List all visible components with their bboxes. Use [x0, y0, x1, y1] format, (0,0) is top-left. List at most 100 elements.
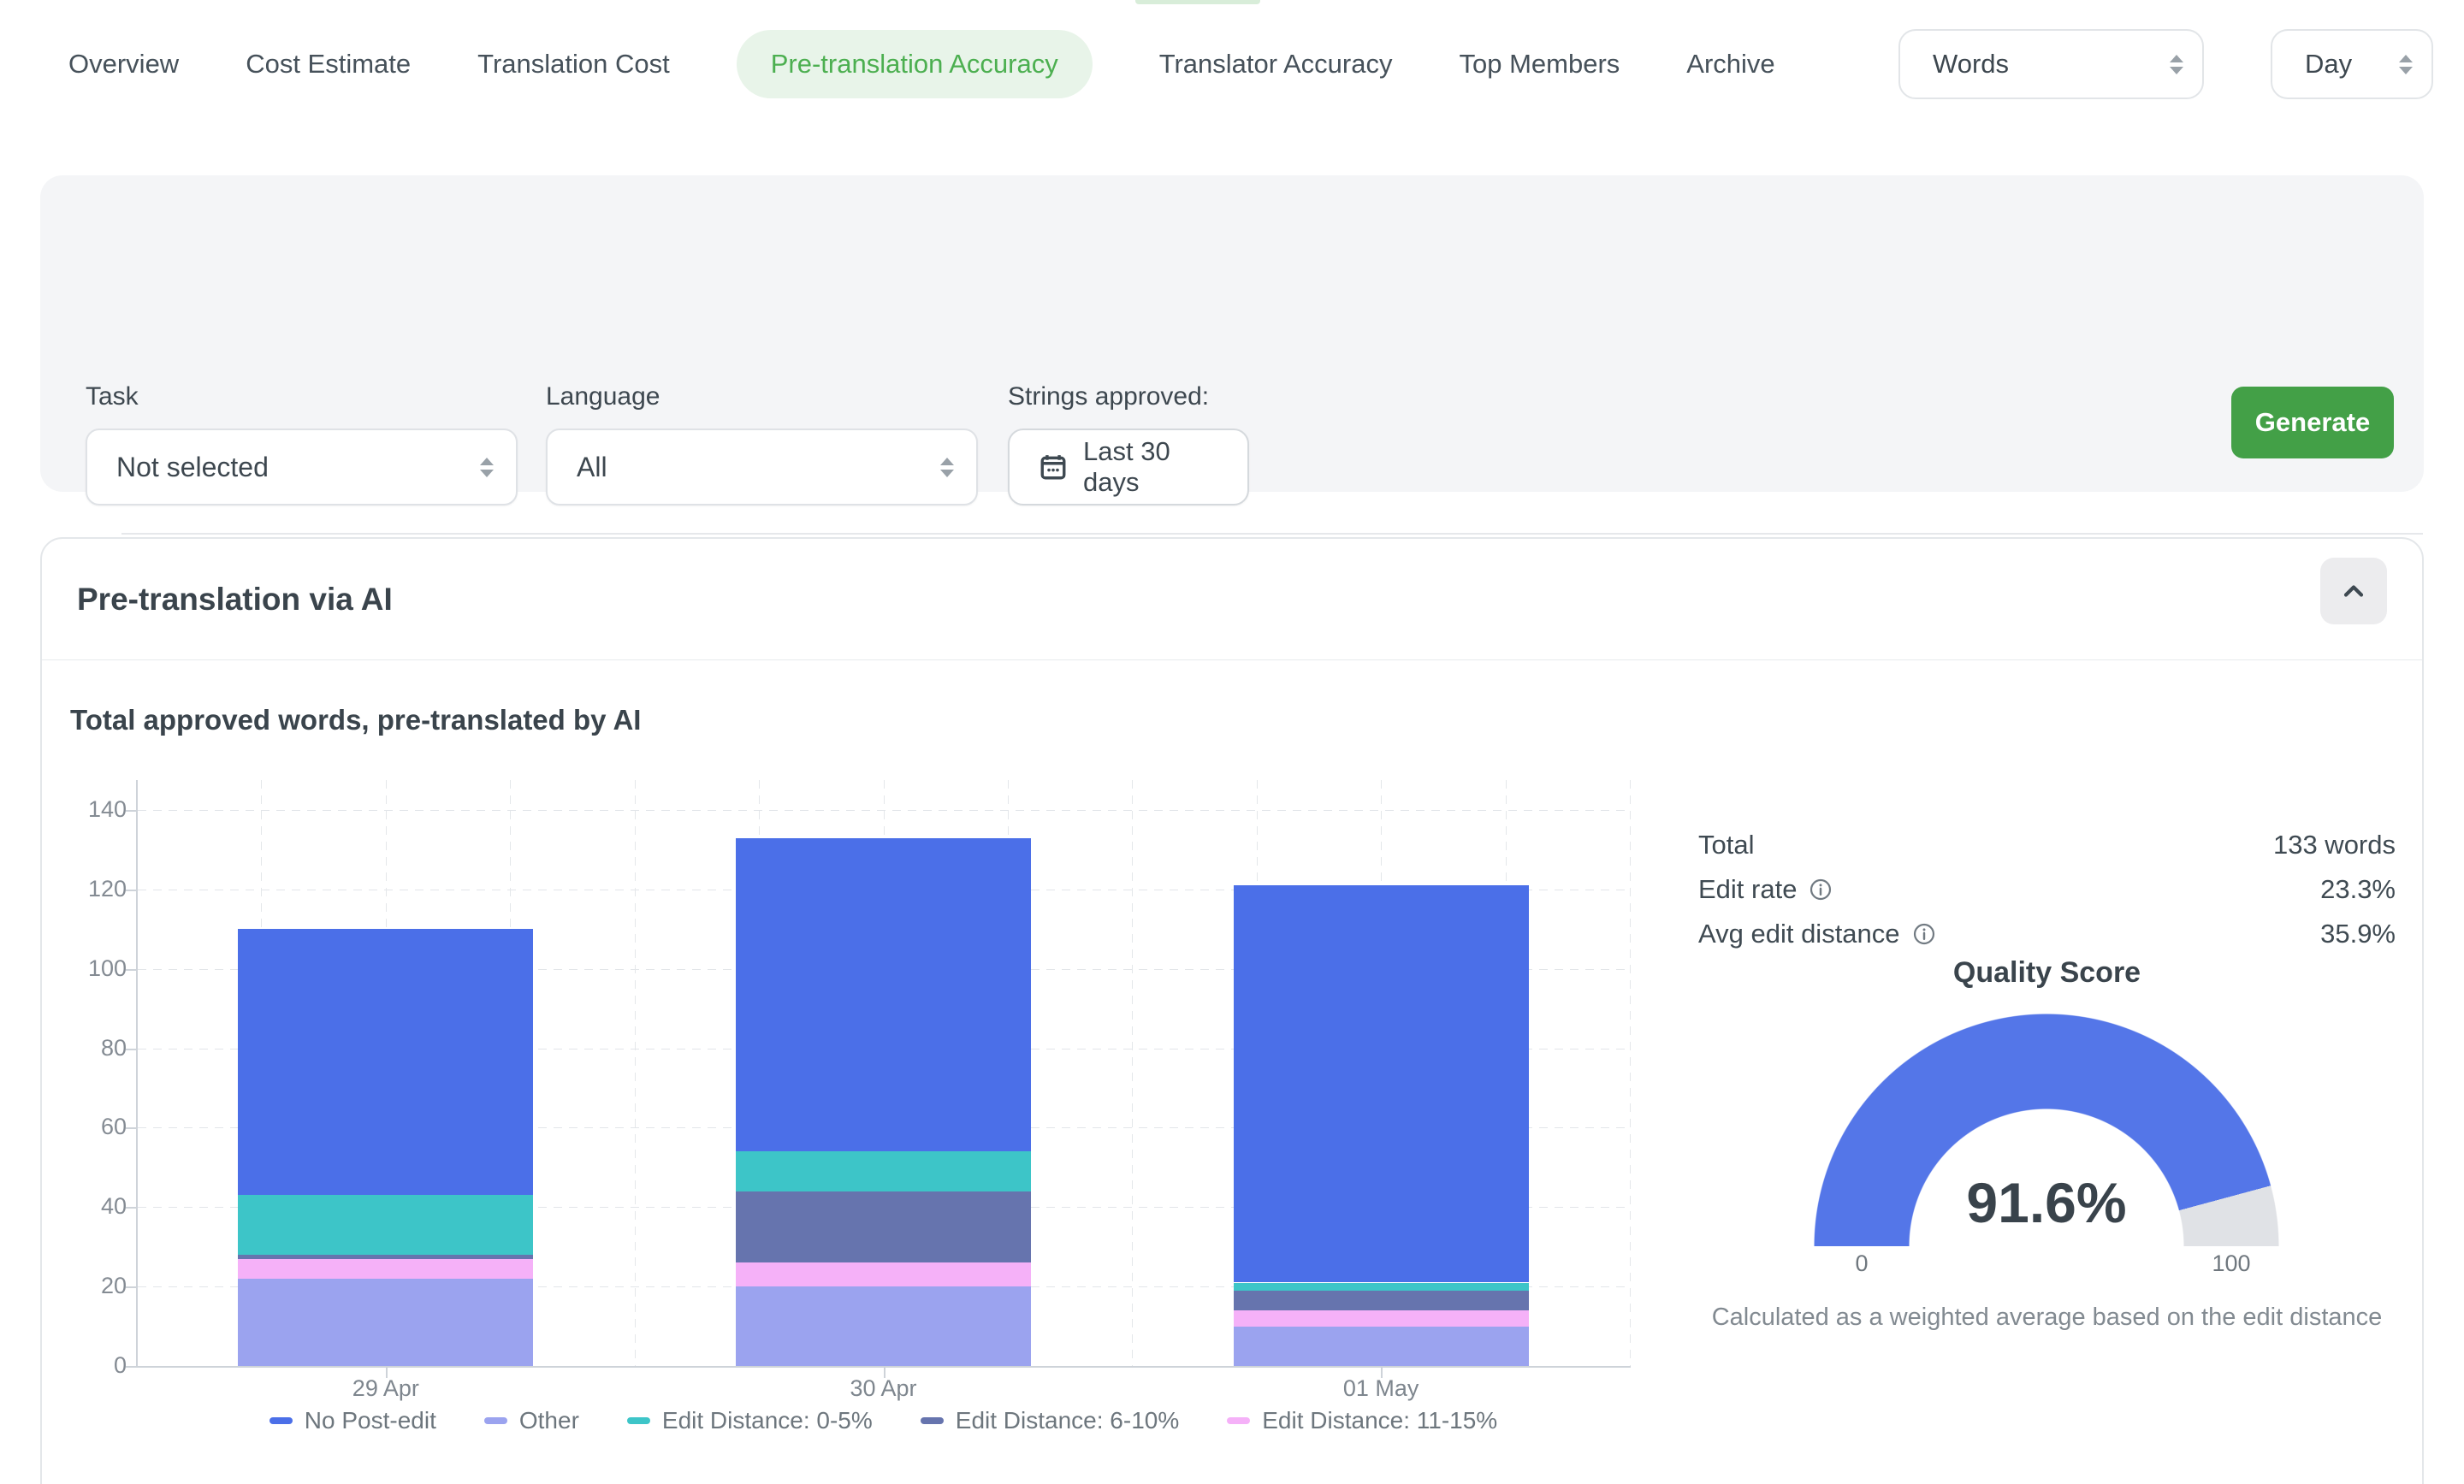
- select-stepper-icon: [2170, 55, 2183, 74]
- chart-legend: No Post-edit Other Edit Distance: 0-5% Edit…: [137, 1407, 1630, 1434]
- y-axis-tick: [126, 969, 136, 971]
- stat-label: Edit rate: [1698, 874, 1797, 905]
- report-filters-card: Task Language Strings approved: Not sele…: [40, 175, 2424, 492]
- gauge-score-value: 91.6%: [1814, 1170, 2279, 1235]
- tab-archive[interactable]: Archive: [1686, 49, 1774, 80]
- tab-pre-translation-accuracy[interactable]: Pre-translation Accuracy: [737, 30, 1093, 98]
- collapse-panel-button[interactable]: [2320, 558, 2387, 624]
- y-axis-tick: [126, 1049, 136, 1050]
- y-axis-tick-label: 140: [0, 796, 127, 823]
- legend-label: No Post-edit: [305, 1407, 436, 1434]
- bar-segment[interactable]: [736, 1191, 1031, 1263]
- stat-value: 35.9%: [2320, 919, 2396, 949]
- period-select-value: Day: [2305, 49, 2352, 80]
- filter-divider: [121, 533, 2423, 535]
- bar-segment[interactable]: [1234, 1310, 1529, 1327]
- bar-segment[interactable]: [238, 1279, 533, 1366]
- language-select-value: All: [577, 452, 607, 483]
- task-select-value: Not selected: [116, 452, 269, 483]
- panel-title: Pre-translation via AI: [77, 582, 393, 618]
- y-axis-line: [136, 780, 138, 1368]
- legend-label: Edit Distance: 11-15%: [1262, 1407, 1497, 1434]
- bar-segment[interactable]: [1234, 885, 1529, 1282]
- chevron-up-icon: [2338, 576, 2369, 606]
- stat-label: Total: [1698, 830, 1754, 860]
- stats-panel: Total 133 words Edit rate 23.3% Avg edit…: [1698, 823, 2396, 956]
- gauge-max-label: 100: [2180, 1250, 2283, 1277]
- select-stepper-icon: [940, 458, 954, 477]
- bar-segment[interactable]: [736, 1262, 1031, 1286]
- legend-marker: [921, 1417, 944, 1424]
- legend-item[interactable]: No Post-edit: [270, 1407, 436, 1434]
- legend-label: Edit Distance: 6-10%: [956, 1407, 1179, 1434]
- y-axis-tick-label: 40: [0, 1193, 127, 1220]
- task-select[interactable]: Not selected: [86, 429, 518, 506]
- language-select[interactable]: All: [546, 429, 978, 506]
- bar-segment[interactable]: [1234, 1327, 1529, 1366]
- unit-select[interactable]: Words: [1898, 29, 2204, 99]
- tab-top-members[interactable]: Top Members: [1459, 49, 1620, 80]
- task-label: Task: [86, 382, 139, 411]
- bar-segment[interactable]: [1234, 1283, 1529, 1291]
- legend-marker: [1227, 1417, 1250, 1424]
- y-axis-tick-label: 80: [0, 1035, 127, 1061]
- legend-item[interactable]: Edit Distance: 6-10%: [921, 1407, 1179, 1434]
- gauge-caption: Calculated as a weighted average based o…: [1698, 1304, 2396, 1332]
- stat-label: Avg edit distance: [1698, 919, 1900, 949]
- panel-header-divider: [42, 659, 2422, 660]
- bar-segment[interactable]: [736, 1151, 1031, 1191]
- legend-marker: [270, 1417, 293, 1424]
- gauge-title: Quality Score: [1698, 956, 2396, 990]
- gridline-vertical: [635, 780, 636, 1366]
- y-axis-tick: [126, 1127, 136, 1129]
- x-axis-line: [126, 1366, 1631, 1368]
- legend-label: Other: [519, 1407, 579, 1434]
- legend-item[interactable]: Edit Distance: 0-5%: [627, 1407, 873, 1434]
- stat-row-edit-rate: Edit rate 23.3%: [1698, 867, 2396, 912]
- date-range-button[interactable]: Last 30 days: [1008, 429, 1249, 506]
- tab-cost-estimate[interactable]: Cost Estimate: [246, 49, 411, 80]
- strings-approved-label: Strings approved:: [1008, 382, 1209, 411]
- select-stepper-icon: [2399, 55, 2413, 74]
- y-axis-tick-label: 60: [0, 1114, 127, 1140]
- stat-row-avg-edit-distance: Avg edit distance 35.9%: [1698, 912, 2396, 956]
- stat-value: 133 words: [2273, 830, 2396, 860]
- y-axis-tick: [126, 810, 136, 812]
- y-axis-tick: [126, 890, 136, 891]
- info-icon[interactable]: [1809, 878, 1833, 902]
- bar-segment[interactable]: [238, 929, 533, 1195]
- bar-segment[interactable]: [1234, 1291, 1529, 1310]
- calendar-icon: [1039, 452, 1068, 482]
- tab-overview[interactable]: Overview: [68, 49, 179, 80]
- y-axis-tick-label: 120: [0, 876, 127, 902]
- tab-translation-cost[interactable]: Translation Cost: [477, 49, 670, 80]
- unit-select-value: Words: [1933, 49, 2009, 80]
- legend-label: Edit Distance: 0-5%: [662, 1407, 873, 1434]
- legend-marker: [627, 1417, 650, 1424]
- select-stepper-icon: [480, 458, 494, 477]
- bar-segment[interactable]: [238, 1195, 533, 1255]
- y-axis-tick-label: 100: [0, 955, 127, 982]
- y-axis-tick-label: 20: [0, 1273, 127, 1299]
- period-select[interactable]: Day: [2271, 29, 2433, 99]
- legend-item[interactable]: Edit Distance: 11-15%: [1227, 1407, 1497, 1434]
- x-axis-tick-label: 01 May: [1287, 1375, 1475, 1402]
- generate-button[interactable]: Generate: [2231, 387, 2394, 458]
- legend-item[interactable]: Other: [484, 1407, 579, 1434]
- y-axis-tick-label: 0: [0, 1352, 127, 1379]
- bar-segment[interactable]: [736, 1286, 1031, 1366]
- bar-segment[interactable]: [238, 1259, 533, 1279]
- date-range-value: Last 30 days: [1083, 436, 1225, 498]
- x-axis-tick-label: 29 Apr: [292, 1375, 480, 1402]
- report-tabs-bar: Overview Cost Estimate Translation Cost …: [0, 0, 2464, 128]
- gauge-min-label: 0: [1810, 1250, 1913, 1277]
- y-axis-tick: [126, 1286, 136, 1288]
- stat-row-total: Total 133 words: [1698, 823, 2396, 867]
- tab-translator-accuracy[interactable]: Translator Accuracy: [1159, 49, 1393, 80]
- x-axis-tick-label: 30 Apr: [790, 1375, 978, 1402]
- info-icon[interactable]: [1912, 922, 1936, 946]
- bar-segment[interactable]: [736, 838, 1031, 1152]
- bar-segment[interactable]: [238, 1255, 533, 1259]
- stat-value: 23.3%: [2320, 874, 2396, 905]
- chart-title: Total approved words, pre-translated by …: [70, 704, 641, 736]
